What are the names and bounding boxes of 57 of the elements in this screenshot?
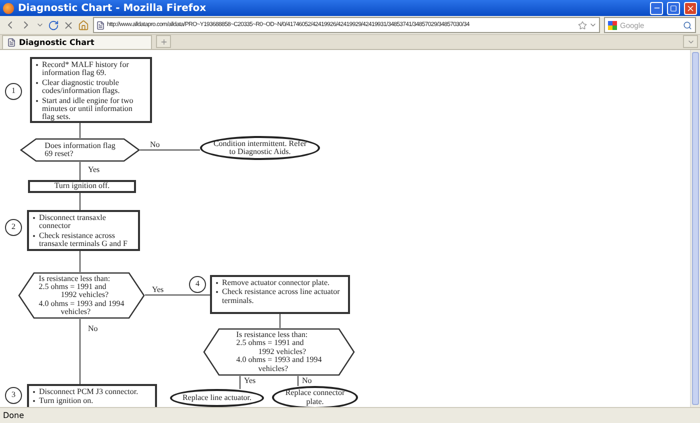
close-button[interactable] [684,2,697,14]
step-text: Remove actuator connector plate. [222,279,330,288]
reload-icon[interactable] [48,20,59,30]
connector-label: No [302,377,312,386]
home-icon[interactable] [78,20,89,30]
caret-icon[interactable] [36,21,44,29]
browser-tab[interactable]: Diagnostic Chart [2,35,152,49]
decision-text: 2.5 ohms = 1991 and [38,282,108,292]
step-text: Record* MALF history for information flag 69. [42,61,130,78]
decision-text: 1992 vehicles? [257,348,308,356]
decision-text: 4.0 ohms = 1993 and 1994 [236,356,322,365]
end-terminal: Condition intermittent. Refer to Diagnostic Aids. [200,136,320,160]
page-icon [7,38,16,47]
step-text: Clear diagnostic trouble codes/information flags. [42,78,121,96]
plus-icon [160,38,168,46]
end-terminal: Replace connector plate. [272,386,358,407]
connector-label: Yes [152,286,164,294]
search-engine-icon[interactable] [608,20,617,30]
connector-label: Yes [244,377,256,386]
step-text: Disconnect transaxle connector [39,214,107,231]
step-number: 4 [189,276,206,293]
connector-label: No [88,325,98,334]
decision-text: Does information flag [44,142,116,150]
connector-label: No [150,141,160,150]
step-number: 1 [5,83,22,100]
decision-text: vehicles? [60,308,92,316]
window-title: Diagnostic Chart - Mozilla Firefox [18,2,208,14]
decision-text: 1992 vehicles? [60,291,110,300]
step-number: 2 [5,219,22,236]
search-icon[interactable] [683,20,692,30]
decision-text: vehicles? [257,364,290,373]
decision-text: Is resistance less than: [236,331,309,340]
connector-label: Yes [88,166,100,174]
app-icon [3,2,14,14]
page-icon [96,20,105,30]
maximize-icon [670,4,677,12]
action-box: Turn ignition off. [28,180,136,193]
bookmark-star-icon[interactable] [578,20,587,30]
step-text: Check resistance across line actuator terminals. [222,288,341,306]
decision-text: Is resistance less than: [38,274,112,283]
maximize-button[interactable] [667,2,680,14]
decision-text: 2.5 ohms = 1991 and [236,339,305,348]
minimize-button[interactable] [650,2,663,14]
step-text: Disconnect PCM J3 connector. [39,388,138,396]
step-text: Start and idle engine for two minutes or until information flag sets. [42,96,134,122]
close-icon [686,4,695,12]
status-text: Done [3,411,24,420]
connector-line [144,294,210,296]
decision-text: 69 reset? [44,150,74,158]
decision-text: 4.0 ohms = 1993 and 1994 [38,300,124,308]
step-text: Turn ignition on. [39,397,94,406]
new-tab-button[interactable] [156,35,171,48]
stop-icon[interactable] [63,20,74,30]
url-dropdown-icon[interactable] [589,21,597,29]
step-number: 3 [5,387,22,404]
end-terminal: Replace line actuator. [170,389,264,407]
step-text: Check resistance across transaxle terminals G and F [39,232,128,249]
